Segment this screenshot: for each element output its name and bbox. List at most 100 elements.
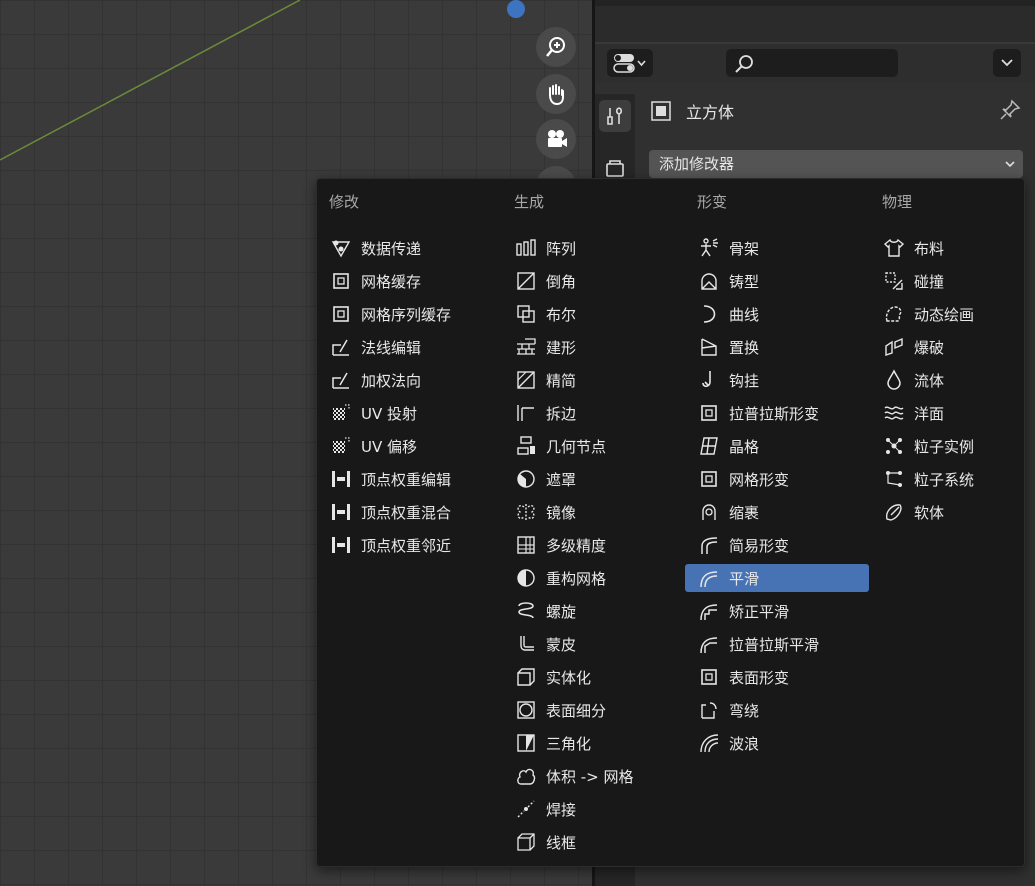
- menu-item-remesh[interactable]: 重构网格: [502, 564, 686, 592]
- menu-item-label: 倒角: [546, 272, 577, 291]
- menu-item-surface-deform[interactable]: 表面形变: [685, 663, 869, 691]
- menu-item-label: 动态绘画: [914, 305, 975, 324]
- menu-item-curve[interactable]: 曲线: [685, 300, 869, 328]
- volume-to-mesh-icon: [514, 764, 538, 788]
- menu-item-particle-instance[interactable]: 粒子实例: [870, 432, 1035, 460]
- zoom-tool-button[interactable]: [536, 27, 576, 67]
- z-axis-gizmo[interactable]: [507, 0, 525, 18]
- menu-item-displace[interactable]: 置换: [685, 333, 869, 361]
- menu-item-mirror[interactable]: 镜像: [502, 498, 686, 526]
- menu-item-geometry-nodes[interactable]: 几何节点: [502, 432, 686, 460]
- menu-item-corrective-smooth[interactable]: 矫正平滑: [685, 597, 869, 625]
- menu-item-shrinkwrap[interactable]: 缩裹: [685, 498, 869, 526]
- menu-item-weld[interactable]: 焊接: [502, 795, 686, 823]
- mesh-cache-icon: [329, 269, 353, 293]
- menu-item-vertex-weight-mix[interactable]: 顶点权重混合: [317, 498, 501, 526]
- fluid-icon: [882, 368, 906, 392]
- menu-item-multires[interactable]: 多级精度: [502, 531, 686, 559]
- menu-item-skin[interactable]: 蒙皮: [502, 630, 686, 658]
- menu-item-vertex-weight-proximity[interactable]: 顶点权重邻近: [317, 531, 501, 559]
- laplacian-smooth-icon: [697, 632, 721, 656]
- menu-item-smooth[interactable]: 平滑: [685, 564, 869, 592]
- x-axis-line: [0, 0, 301, 161]
- uv-project-icon: [329, 401, 353, 425]
- menu-item-uv-project[interactable]: UV 投射: [317, 399, 501, 427]
- vertex-weight-mix-icon: [329, 500, 353, 524]
- menu-item-simple-deform[interactable]: 简易形变: [685, 531, 869, 559]
- tab-tool[interactable]: [599, 100, 631, 132]
- add-modifier-button[interactable]: 添加修改器: [649, 150, 1023, 178]
- menu-item-array[interactable]: 阵列: [502, 234, 686, 262]
- menu-item-label: 缩裹: [729, 503, 760, 522]
- weighted-normal-icon: [329, 368, 353, 392]
- menu-item-vertex-weight-edit[interactable]: 顶点权重编辑: [317, 465, 501, 493]
- menu-item-label: 波浪: [729, 734, 760, 753]
- menu-item-explode[interactable]: 爆破: [870, 333, 1035, 361]
- menu-item-build[interactable]: 建形: [502, 333, 686, 361]
- menu-item-label: 弯绕: [729, 701, 760, 720]
- ocean-icon: [882, 401, 906, 425]
- pan-tool-button[interactable]: [536, 74, 576, 114]
- corrective-smooth-icon: [697, 599, 721, 623]
- menu-item-uv-warp[interactable]: UV 偏移: [317, 432, 501, 460]
- array-icon: [514, 236, 538, 260]
- normal-edit-icon: [329, 335, 353, 359]
- menu-item-cast[interactable]: 铸型: [685, 267, 869, 295]
- shrinkwrap-icon: [697, 500, 721, 524]
- menu-item-label: 加权法向: [361, 371, 422, 390]
- menu-item-mesh-deform[interactable]: 网格形变: [685, 465, 869, 493]
- menu-item-label: 网格形变: [729, 470, 790, 489]
- menu-item-particle-system[interactable]: 粒子系统: [870, 465, 1035, 493]
- decimate-icon: [514, 368, 538, 392]
- cast-icon: [697, 269, 721, 293]
- menu-item-label: 顶点权重邻近: [361, 536, 452, 555]
- menu-item-dynamic-paint[interactable]: 动态绘画: [870, 300, 1035, 328]
- menu-item-warp[interactable]: 弯绕: [685, 696, 869, 724]
- menu-item-label: 洋面: [914, 404, 945, 423]
- pin-icon[interactable]: [999, 99, 1021, 121]
- menu-item-decimate[interactable]: 精简: [502, 366, 686, 394]
- menu-item-triangulate[interactable]: 三角化: [502, 729, 686, 757]
- build-icon: [514, 335, 538, 359]
- menu-item-lattice[interactable]: 晶格: [685, 432, 869, 460]
- options-dropdown-button[interactable]: [993, 49, 1021, 77]
- menu-item-bevel[interactable]: 倒角: [502, 267, 686, 295]
- soft-body-icon: [882, 500, 906, 524]
- menu-item-collision[interactable]: 碰撞: [870, 267, 1035, 295]
- menu-item-ocean[interactable]: 洋面: [870, 399, 1035, 427]
- menu-item-label: 网格序列缓存: [361, 305, 452, 324]
- menu-item-laplacian-smooth[interactable]: 拉普拉斯平滑: [685, 630, 869, 658]
- menu-item-label: 蒙皮: [546, 635, 577, 654]
- menu-item-screw[interactable]: 螺旋: [502, 597, 686, 625]
- menu-item-data-transfer[interactable]: 数据传递: [317, 234, 501, 262]
- object-row: 立方体: [650, 96, 734, 126]
- menu-item-volume-to-mesh[interactable]: 体积 -> 网格: [502, 762, 686, 790]
- menu-item-edge-split[interactable]: 拆边: [502, 399, 686, 427]
- camera-view-button[interactable]: [536, 119, 576, 159]
- menu-item-mesh-sequence-cache[interactable]: 网格序列缓存: [317, 300, 501, 328]
- menu-item-subdivision[interactable]: 表面细分: [502, 696, 686, 724]
- menu-item-laplacian-deform[interactable]: 拉普拉斯形变: [685, 399, 869, 427]
- menu-item-normal-edit[interactable]: 法线编辑: [317, 333, 501, 361]
- properties-search-input[interactable]: [726, 49, 898, 77]
- menu-item-armature[interactable]: 骨架: [685, 234, 869, 262]
- menu-item-mesh-cache[interactable]: 网格缓存: [317, 267, 501, 295]
- menu-item-wave[interactable]: 波浪: [685, 729, 869, 757]
- menu-item-weighted-normal[interactable]: 加权法向: [317, 366, 501, 394]
- menu-item-label: 法线编辑: [361, 338, 422, 357]
- menu-item-wireframe[interactable]: 线框: [502, 828, 686, 856]
- menu-item-label: 阵列: [546, 239, 577, 258]
- tool-icon: [607, 107, 623, 125]
- curve-icon: [697, 302, 721, 326]
- menu-item-label: 拆边: [546, 404, 577, 423]
- menu-item-label: 表面细分: [546, 701, 607, 720]
- menu-item-mask[interactable]: 遮罩: [502, 465, 686, 493]
- menu-item-solidify[interactable]: 实体化: [502, 663, 686, 691]
- menu-item-label: 钩挂: [729, 371, 760, 390]
- menu-item-boolean[interactable]: 布尔: [502, 300, 686, 328]
- menu-item-hook[interactable]: 钩挂: [685, 366, 869, 394]
- menu-item-cloth[interactable]: 布料: [870, 234, 1035, 262]
- menu-item-fluid[interactable]: 流体: [870, 366, 1035, 394]
- menu-item-soft-body[interactable]: 软体: [870, 498, 1035, 526]
- editor-type-button[interactable]: [607, 49, 653, 77]
